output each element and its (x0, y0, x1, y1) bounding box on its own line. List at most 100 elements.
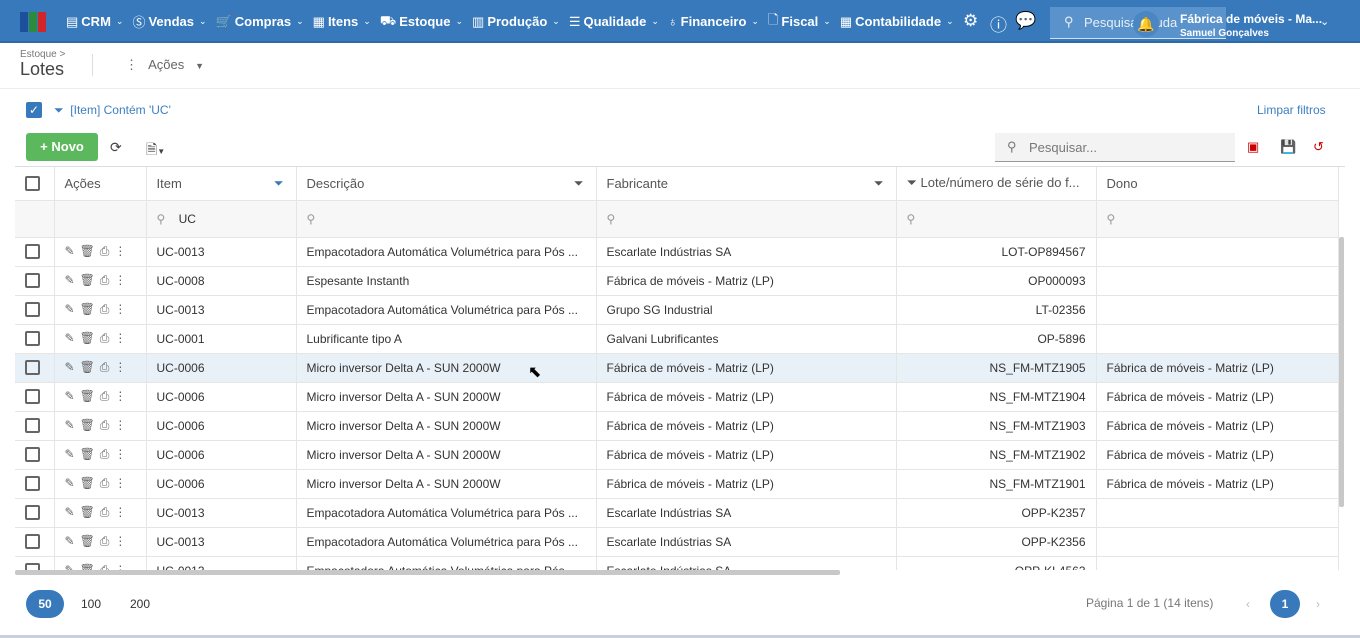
reset-layout-icon[interactable]: ↺ (1313, 139, 1324, 155)
table-row[interactable]: ✎🗑⎙⋮ UC-0013 Empacotadora Automática Vol… (15, 237, 1339, 267)
row-checkbox[interactable] (15, 556, 55, 570)
page-1-button[interactable]: 1 (1270, 590, 1300, 618)
column-header-lote[interactable]: ⏷ Lote/número de série do f... (896, 167, 1097, 201)
delete-icon[interactable]: 🗑 (80, 273, 100, 287)
save-layout-icon[interactable]: 💾 (1280, 139, 1296, 155)
delete-icon[interactable]: 🗑 (80, 302, 100, 316)
page-size-200[interactable]: 200 (125, 590, 155, 618)
next-page-icon[interactable]: › (1310, 590, 1326, 618)
delete-icon[interactable]: 🗑 (80, 331, 100, 345)
delete-icon[interactable]: 🗑 (80, 389, 100, 403)
more-vertical-icon[interactable]: ⋮ (114, 389, 131, 403)
table-row[interactable]: ✎🗑⎙⋮ UC-0006 Micro inversor Delta A - SU… (15, 411, 1339, 441)
more-vertical-icon[interactable]: ⋮ (114, 563, 131, 570)
edit-icon[interactable]: ✎ (65, 302, 80, 316)
filter-icon[interactable]: ⏷ (274, 176, 284, 191)
edit-icon[interactable]: ✎ (65, 360, 80, 374)
print-icon[interactable]: ⎙ (100, 563, 115, 570)
table-row[interactable]: ✎🗑⎙⋮ UC-0001 Lubrificante tipo A Galvani… (15, 324, 1339, 354)
more-vertical-icon[interactable]: ⋮ (114, 534, 131, 548)
filter-icon[interactable]: ⏷ (874, 176, 884, 191)
table-row[interactable]: ✎🗑⎙⋮ UC-0006 Micro inversor Delta A - SU… (15, 469, 1339, 499)
row-checkbox[interactable] (15, 469, 55, 499)
filter-icon[interactable]: ⏷ (574, 176, 584, 191)
fabricante-filter-input[interactable]: ⚲ (596, 200, 897, 238)
row-checkbox[interactable] (15, 237, 55, 267)
row-checkbox[interactable] (15, 353, 55, 383)
delete-icon[interactable]: 🗑 (80, 244, 100, 258)
menu-fiscal[interactable]: 🗋 Fiscal ⌄ (768, 11, 831, 33)
table-row[interactable]: ✎🗑⎙⋮ UC-0013 Empacotadora Automática Vol… (15, 556, 1339, 570)
row-checkbox[interactable] (15, 498, 55, 528)
edit-icon[interactable]: ✎ (65, 273, 80, 287)
more-vertical-icon[interactable]: ⋮ (114, 476, 131, 490)
column-header-descricao[interactable]: Descrição ⏷ (296, 167, 597, 201)
filter-icon[interactable]: ⏷ (907, 175, 917, 190)
grid-search-input[interactable]: ⚲ Pesquisar... (995, 133, 1235, 162)
more-vertical-icon[interactable]: ⋮ (114, 302, 131, 316)
select-all-checkbox[interactable] (15, 167, 55, 201)
row-checkbox[interactable] (15, 324, 55, 354)
row-checkbox[interactable] (15, 411, 55, 441)
edit-icon[interactable]: ✎ (65, 505, 80, 519)
print-icon[interactable]: ⎙ (100, 273, 115, 287)
horizontal-scrollbar[interactable] (15, 570, 840, 575)
menu-itens[interactable]: ▦ Itens ⌄ (313, 14, 371, 30)
edit-icon[interactable]: ✎ (65, 244, 80, 258)
column-header-item[interactable]: Item ⏷ (146, 167, 297, 201)
more-vertical-icon[interactable]: ⋮ (114, 505, 131, 519)
edit-icon[interactable]: ✎ (65, 418, 80, 432)
delete-icon[interactable]: 🗑 (80, 476, 100, 490)
descricao-filter-input[interactable]: ⚲ (296, 200, 597, 238)
bell-icon[interactable]: 🔔 (1133, 11, 1159, 37)
delete-icon[interactable]: 🗑 (80, 447, 100, 461)
page-size-100[interactable]: 100 (76, 590, 106, 618)
print-icon[interactable]: ⎙ (100, 360, 115, 374)
edit-icon[interactable]: ✎ (65, 476, 80, 490)
clear-filters-link[interactable]: Limpar filtros (1257, 103, 1326, 117)
column-header-dono[interactable]: Dono (1096, 167, 1339, 201)
table-row[interactable]: ✎🗑⎙⋮ UC-0013 Empacotadora Automática Vol… (15, 527, 1339, 557)
company-name[interactable]: Fábrica de móveis - Ma... (1180, 12, 1322, 26)
table-row[interactable]: ✎🗑⎙⋮ UC-0006 Micro inversor Delta A - SU… (15, 440, 1339, 470)
print-icon[interactable]: ⎙ (100, 389, 115, 403)
table-row[interactable]: ✎🗑⎙⋮ UC-0013 Empacotadora Automática Vol… (15, 295, 1339, 325)
print-icon[interactable]: ⎙ (100, 534, 115, 548)
table-row[interactable]: ✎🗑⎙⋮ UC-0013 Empacotadora Automática Vol… (15, 498, 1339, 528)
prev-page-icon[interactable]: ‹ (1240, 590, 1256, 618)
item-filter-input[interactable]: ⚲ UC (146, 200, 297, 238)
more-vertical-icon[interactable]: ⋮ (114, 273, 131, 287)
edit-icon[interactable]: ✎ (65, 331, 80, 345)
menu-crm[interactable]: ▤ CRM ⌄ (66, 14, 123, 30)
edit-icon[interactable]: ✎ (65, 563, 80, 570)
table-row[interactable]: ✎🗑⎙⋮ UC-0006 Micro inversor Delta A - SU… (15, 353, 1339, 383)
delete-icon[interactable]: 🗑 (80, 534, 100, 548)
row-checkbox[interactable] (15, 382, 55, 412)
chevron-down-icon[interactable]: ⌄ (1320, 15, 1329, 28)
print-icon[interactable]: ⎙ (100, 505, 115, 519)
row-checkbox[interactable] (15, 440, 55, 470)
edit-icon[interactable]: ✎ (65, 534, 80, 548)
menu-vendas[interactable]: Ⓢ Vendas ⌄ (132, 12, 206, 31)
print-icon[interactable]: ⎙ (100, 302, 115, 316)
more-vertical-icon[interactable]: ⋮ (114, 447, 131, 461)
chat-icon[interactable]: 💬 (1015, 11, 1036, 31)
table-row[interactable]: ✎🗑⎙⋮ UC-0006 Micro inversor Delta A - SU… (15, 382, 1339, 412)
vertical-scrollbar[interactable] (1339, 237, 1344, 507)
column-chooser-icon[interactable]: ▣ (1247, 139, 1259, 155)
filter-enabled-checkbox[interactable]: ✓ (26, 102, 42, 118)
menu-compras[interactable]: 🛒 Compras ⌄ (216, 14, 304, 30)
more-vertical-icon[interactable]: ⋮ (114, 418, 131, 432)
print-icon[interactable]: ⎙ (100, 447, 115, 461)
menu-contabilidade[interactable]: ▦ Contabilidade ⌄ (840, 14, 954, 30)
app-logo[interactable] (20, 12, 46, 32)
print-icon[interactable]: ⎙ (100, 418, 115, 432)
row-checkbox[interactable] (15, 527, 55, 557)
refresh-icon[interactable]: ⟳ (110, 139, 122, 156)
active-filter[interactable]: ⏷ [Item] Contém 'UC' (54, 103, 171, 118)
more-vertical-icon[interactable]: ⋮ (114, 244, 131, 258)
menu-estoque[interactable]: ⛟ Estoque ⌄ (380, 13, 463, 31)
menu-produção[interactable]: ▥ Produção ⌄ (472, 14, 560, 30)
lote-filter-input[interactable]: ⚲ (896, 200, 1097, 238)
new-button[interactable]: + Novo (26, 133, 98, 161)
